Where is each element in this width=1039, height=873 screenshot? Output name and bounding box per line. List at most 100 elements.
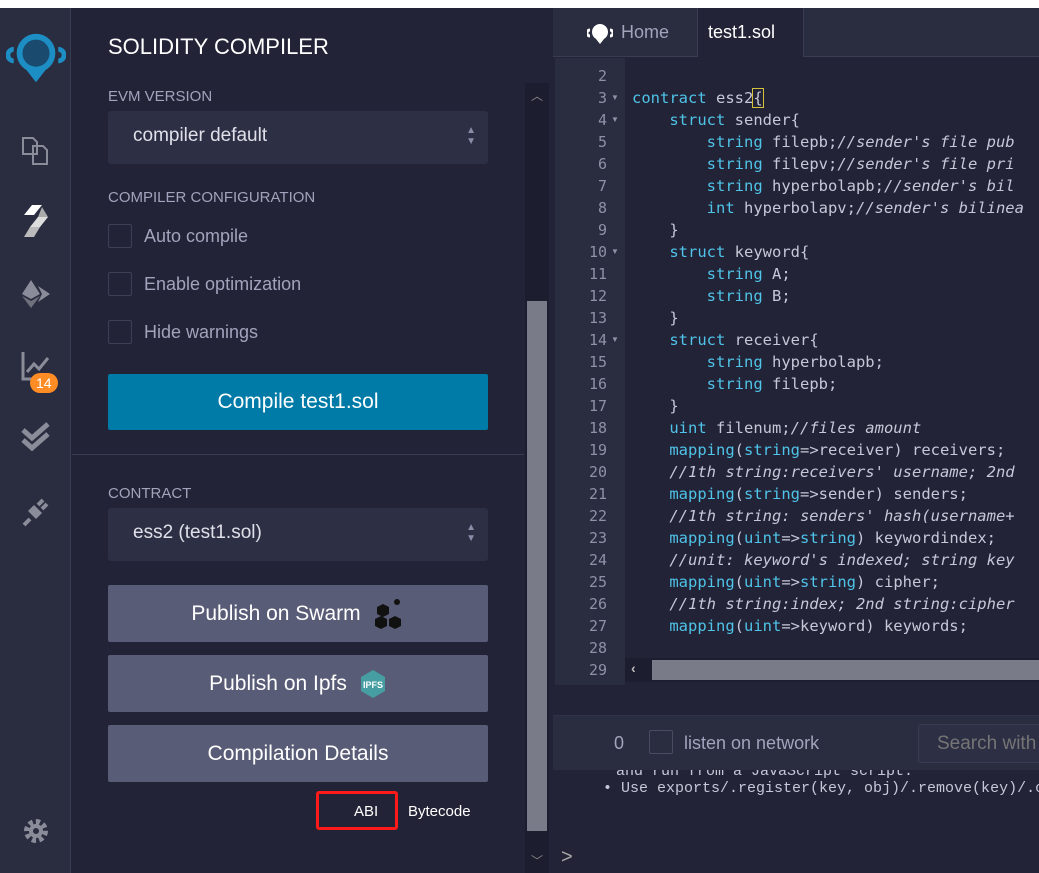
code-text: => (781, 529, 800, 547)
code-text: keyword{ (725, 243, 810, 261)
checkbox-box[interactable] (108, 224, 132, 248)
code-comment: //1th string:index; 2nd string:cipher (669, 595, 1015, 613)
fold-arrow-icon[interactable]: ▼ (611, 329, 619, 351)
icon-sidebar: 14 (0, 8, 71, 873)
analysis-badge: 14 (30, 373, 58, 393)
settings-gear-icon[interactable] (14, 811, 58, 851)
editor-horizontal-scrollbar[interactable]: ‹ (625, 658, 1039, 682)
code-line: mapping(string=>sender) senders; (632, 483, 968, 505)
terminal-toolbar: 0 listen on network (553, 715, 1039, 770)
code-line: struct sender{ (632, 109, 800, 131)
fold-arrow-icon[interactable]: ▼ (611, 241, 619, 263)
code-comment: //sender's file pri (837, 155, 1015, 173)
code-text: ) keywordindex; (856, 529, 996, 547)
code-text: =>keyword) keywords; (781, 617, 968, 635)
code-keyword: string (744, 485, 800, 503)
compiler-panel: SOLIDITY COMPILER EVM VERSION compiler d… (72, 8, 524, 873)
code-keyword: mapping (669, 573, 735, 591)
scroll-up-icon[interactable]: ︿ (531, 87, 543, 104)
auto-compile-checkbox[interactable]: Auto compile (108, 224, 248, 248)
code-line: string hyperbolapb;//sender's bil (632, 175, 1015, 197)
line-number: 23 (588, 529, 607, 547)
bytecode-link[interactable]: Bytecode (408, 803, 471, 820)
file-explorer-icon[interactable] (14, 131, 58, 171)
line-number: 30 (555, 681, 607, 685)
line-number: 3 (597, 89, 607, 107)
code-line: //unit: keyword's indexed; string key (632, 549, 1014, 571)
solidity-compiler-icon[interactable] (14, 201, 58, 241)
code-text: hyperbolapb; (762, 177, 884, 195)
terminal-line: and run from a JavaScript script. (598, 770, 914, 780)
publish-swarm-button[interactable]: Publish on Swarm (108, 585, 488, 642)
scroll-left-icon[interactable]: ‹ (631, 660, 636, 676)
scrollbar-thumb[interactable] (652, 660, 1039, 680)
tab-home[interactable]: Home (587, 8, 669, 57)
line-number: 14 (588, 331, 607, 349)
code-text: { (752, 88, 764, 108)
code-comment: //1th string:receivers' username; 2nd (669, 463, 1015, 481)
swarm-icon (374, 598, 401, 629)
line-number: 28 (588, 639, 607, 657)
code-comment: //sender's file pub (837, 133, 1015, 151)
code-line: mapping(string=>receiver) receivers; (632, 439, 1005, 461)
code-text: =>receiver) receivers; (800, 441, 1006, 459)
fold-arrow-icon[interactable]: ▼ (611, 681, 619, 685)
svg-text:IPFS: IPFS (363, 680, 383, 690)
line-number: 19 (588, 441, 607, 459)
line-number: 11 (588, 265, 607, 283)
ipfs-icon: IPFS (360, 669, 385, 698)
tab-test1-sol[interactable]: test1.sol (697, 8, 804, 57)
code-text: A; (762, 265, 791, 283)
line-number: 20 (588, 463, 607, 481)
panel-scrollbar[interactable]: ︿ ﹀ (525, 83, 549, 873)
tab-label: Home (621, 22, 670, 42)
checkbox-label: Enable optimization (144, 273, 302, 294)
line-number: 26 (588, 595, 607, 613)
compile-button[interactable]: Compile test1.sol (108, 374, 488, 430)
code-line: mapping(uint=>string) keywordindex; (632, 527, 996, 549)
code-text: ( (734, 529, 744, 547)
publish-ipfs-button[interactable]: Publish on Ipfs IPFS (108, 655, 488, 712)
checkbox-box[interactable] (108, 320, 132, 344)
code-text: filenum; (706, 419, 791, 437)
code-line: } (632, 307, 678, 329)
code-line: struct keyword{ (632, 241, 809, 263)
compiler-config-label: COMPILER CONFIGURATION (108, 189, 316, 206)
evm-version-value: compiler default (133, 125, 268, 146)
code-keyword: string (706, 265, 763, 283)
fold-arrow-icon[interactable]: ▼ (611, 109, 619, 131)
compilation-details-button[interactable]: Compilation Details (108, 725, 488, 782)
listen-network-checkbox[interactable] (649, 730, 673, 754)
enable-optimization-checkbox[interactable]: Enable optimization (108, 272, 301, 296)
deploy-run-icon[interactable] (14, 274, 58, 314)
remix-logo-icon[interactable] (6, 28, 66, 88)
terminal-search-input[interactable] (918, 724, 1039, 763)
code-editor[interactable]: contract ess2{ struct sender{ string fil… (625, 58, 1039, 685)
checkbox-label: Hide warnings (144, 321, 259, 342)
line-number: 12 (588, 287, 607, 305)
hide-warnings-checkbox[interactable]: Hide warnings (108, 320, 258, 344)
code-text: ( (734, 617, 744, 635)
evm-version-select[interactable]: compiler default ▲ ▼ (108, 111, 488, 164)
scroll-down-icon[interactable]: ﹀ (531, 852, 543, 869)
code-line: string A; (632, 263, 791, 285)
terminal-prompt[interactable]: > (561, 846, 573, 869)
checkbox-box[interactable] (108, 272, 132, 296)
fold-arrow-icon[interactable]: ▼ (611, 87, 619, 109)
plugin-icon[interactable] (14, 491, 58, 531)
testing-icon[interactable] (14, 418, 58, 458)
code-keyword: string (706, 177, 763, 195)
code-line: //1th string:receivers' username; 2nd (632, 461, 1015, 483)
contract-select[interactable]: ess2 (test1.sol) ▲ ▼ (108, 508, 488, 561)
scrollbar-thumb[interactable] (527, 301, 547, 831)
code-comment: //sender's bil (883, 177, 1015, 195)
line-number-gutter: 2 3 ▼ 4 ▼ 5 6 7 8 9 10 ▼ 11 12 13 14 ▼ 15 16 17 18 19 20 21 22 23… (555, 58, 625, 685)
